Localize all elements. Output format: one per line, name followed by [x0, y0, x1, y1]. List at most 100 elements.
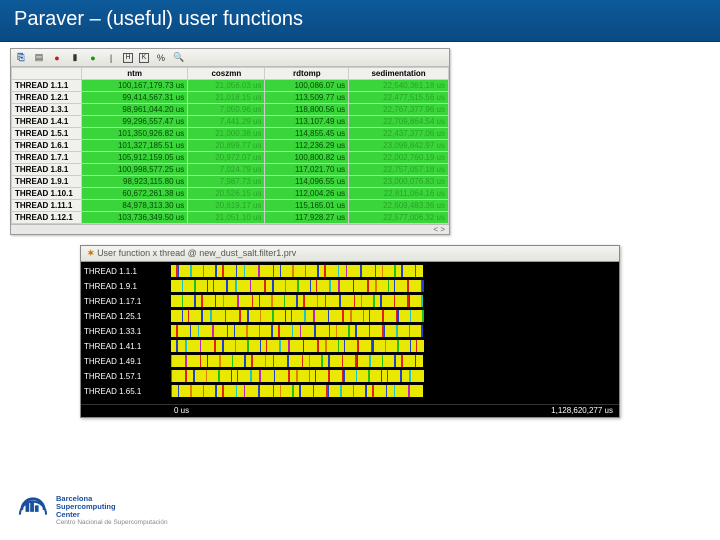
- cell[interactable]: 21,056.03 us: [188, 80, 265, 92]
- pipe-icon: |: [105, 52, 117, 64]
- cell[interactable]: 7,024.79 us: [188, 164, 265, 176]
- cell[interactable]: 20,619.17 us: [188, 200, 265, 212]
- red-dot-icon[interactable]: ●: [51, 52, 63, 64]
- cell[interactable]: 99,414,567.31 us: [82, 92, 188, 104]
- cell[interactable]: 118,800.56 us: [265, 104, 349, 116]
- k-box-icon[interactable]: K: [139, 53, 149, 63]
- cell[interactable]: 98,961,044.20 us: [82, 104, 188, 116]
- cell[interactable]: 21,018.15 us: [188, 92, 265, 104]
- row-header[interactable]: THREAD 1.5.1: [12, 128, 82, 140]
- cell[interactable]: 113,509.77 us: [265, 92, 349, 104]
- cell[interactable]: 100,086.07 us: [265, 80, 349, 92]
- cell[interactable]: 103,736,349.50 us: [82, 212, 188, 224]
- cell[interactable]: 99,296,557.47 us: [82, 116, 188, 128]
- cell[interactable]: 100,800.82 us: [265, 152, 349, 164]
- cell[interactable]: 22,609,483.36 us: [349, 200, 449, 212]
- cell[interactable]: 115,165.01 us: [265, 200, 349, 212]
- col-coszmn[interactable]: coszmn: [188, 68, 265, 80]
- table-row: THREAD 1.2.199,414,567.31 us21,018.15 us…: [12, 92, 449, 104]
- bar-icon[interactable]: ▮: [69, 52, 81, 64]
- row-header[interactable]: THREAD 1.11.1: [12, 200, 82, 212]
- cell[interactable]: 113,107.49 us: [265, 116, 349, 128]
- timeline-window: ✶ User function x thread @ new_dust_salt…: [80, 245, 620, 418]
- axis-end: 1,128,620,277 us: [551, 406, 613, 415]
- cell[interactable]: 22,437,377.06 us: [349, 128, 449, 140]
- cell[interactable]: 22,577,006.32 us: [349, 212, 449, 224]
- table-row: THREAD 1.5.1101,350,926.82 us21,000.38 u…: [12, 128, 449, 140]
- page-title: Paraver – (useful) user functions: [0, 0, 720, 42]
- cell[interactable]: 22,757,057.18 us: [349, 164, 449, 176]
- cell[interactable]: 84,978,313.30 us: [82, 200, 188, 212]
- cell[interactable]: 20,972.07 us: [188, 152, 265, 164]
- row-header[interactable]: THREAD 1.8.1: [12, 164, 82, 176]
- cell[interactable]: 22,477,515.56 us: [349, 92, 449, 104]
- col-ntm[interactable]: ntm: [82, 68, 188, 80]
- timeline-thread-label: THREAD 1.65.1: [84, 384, 168, 399]
- cell[interactable]: 100,998,577.25 us: [82, 164, 188, 176]
- row-header[interactable]: THREAD 1.12.1: [12, 212, 82, 224]
- cell[interactable]: 20,526.15 us: [188, 188, 265, 200]
- paraver-app-icon: ✶: [87, 248, 95, 258]
- table-row: THREAD 1.1.1100,167,179.73 us21,056.03 u…: [12, 80, 449, 92]
- table-row: THREAD 1.11.184,978,313.30 us20,619.17 u…: [12, 200, 449, 212]
- row-header[interactable]: THREAD 1.4.1: [12, 116, 82, 128]
- table-row: THREAD 1.12.1103,736,349.50 us21,051.10 …: [12, 212, 449, 224]
- cell[interactable]: 7,050.96 us: [188, 104, 265, 116]
- bsc-logo-text: Barcelona Supercomputing Center Centro N…: [56, 495, 168, 526]
- cell[interactable]: 117,928.27 us: [265, 212, 349, 224]
- cell[interactable]: 22,540,361.18 us: [349, 80, 449, 92]
- cell[interactable]: 20,899.77 us: [188, 140, 265, 152]
- cell[interactable]: 22,811,064.16 us: [349, 188, 449, 200]
- cell[interactable]: 7,441.29 us: [188, 116, 265, 128]
- cell[interactable]: 21,000.38 us: [188, 128, 265, 140]
- cell[interactable]: 105,912,159.05 us: [82, 152, 188, 164]
- bsc-logo-icon: [18, 496, 48, 524]
- cell[interactable]: 112,004.26 us: [265, 188, 349, 200]
- cell[interactable]: 114,855.45 us: [265, 128, 349, 140]
- table-row: THREAD 1.6.1101,327,185.51 us20,899.77 u…: [12, 140, 449, 152]
- cell[interactable]: 112,236.29 us: [265, 140, 349, 152]
- row-header[interactable]: THREAD 1.6.1: [12, 140, 82, 152]
- row-header[interactable]: THREAD 1.2.1: [12, 92, 82, 104]
- stats-table-window: ⎘ ▤ ● ▮ ● | H K % 🔍 ntmcoszmnrdtompsedim…: [10, 48, 450, 235]
- axis-start: 0 us: [174, 406, 189, 415]
- timeline-canvas[interactable]: [171, 262, 619, 404]
- cell[interactable]: 23,099,842.97 us: [349, 140, 449, 152]
- col-rdtomp[interactable]: rdtomp: [265, 68, 349, 80]
- cell[interactable]: 7,987.73 us: [188, 176, 265, 188]
- cell[interactable]: 101,350,926.82 us: [82, 128, 188, 140]
- horizontal-scroll-hint[interactable]: < >: [11, 224, 449, 234]
- row-header[interactable]: THREAD 1.7.1: [12, 152, 82, 164]
- cell[interactable]: 98,923,115.80 us: [82, 176, 188, 188]
- copy-icon[interactable]: ⎘: [15, 52, 27, 64]
- row-header[interactable]: THREAD 1.3.1: [12, 104, 82, 116]
- cell[interactable]: 22,709,864.54 us: [349, 116, 449, 128]
- row-header[interactable]: THREAD 1.10.1: [12, 188, 82, 200]
- palette-icon[interactable]: ▤: [33, 52, 45, 64]
- cell[interactable]: 114,096.55 us: [265, 176, 349, 188]
- cell[interactable]: 101,327,185.51 us: [82, 140, 188, 152]
- col-sedimentation[interactable]: sedimentation: [349, 68, 449, 80]
- search-icon[interactable]: 🔍: [173, 52, 185, 64]
- cell[interactable]: 23,000,076.83 us: [349, 176, 449, 188]
- row-header[interactable]: THREAD 1.9.1: [12, 176, 82, 188]
- cell[interactable]: 21,051.10 us: [188, 212, 265, 224]
- table-toolbar: ⎘ ▤ ● ▮ ● | H K % 🔍: [11, 49, 449, 67]
- timeline-thread-label: THREAD 1.25.1: [84, 309, 168, 324]
- timeline-thread-labels: THREAD 1.1.1THREAD 1.9.1THREAD 1.17.1THR…: [81, 262, 171, 404]
- green-dot-icon[interactable]: ●: [87, 52, 99, 64]
- row-header[interactable]: THREAD 1.1.1: [12, 80, 82, 92]
- cell[interactable]: 60,672,261.38 us: [82, 188, 188, 200]
- table-row: THREAD 1.7.1105,912,159.05 us20,972.07 u…: [12, 152, 449, 164]
- timeline-thread-label: THREAD 1.9.1: [84, 279, 168, 294]
- table-row: THREAD 1.3.198,961,044.20 us7,050.96 us1…: [12, 104, 449, 116]
- timeline-axis: 0 us 1,128,620,277 us: [81, 404, 619, 417]
- cell[interactable]: 22,767,377.96 us: [349, 104, 449, 116]
- cell[interactable]: 117,021.70 us: [265, 164, 349, 176]
- h-box-icon[interactable]: H: [123, 53, 133, 63]
- timeline-thread-label: THREAD 1.57.1: [84, 369, 168, 384]
- pct-icon[interactable]: %: [155, 52, 167, 64]
- col-rowhdr[interactable]: [12, 68, 82, 80]
- cell[interactable]: 100,167,179.73 us: [82, 80, 188, 92]
- cell[interactable]: 22,002,760.19 us: [349, 152, 449, 164]
